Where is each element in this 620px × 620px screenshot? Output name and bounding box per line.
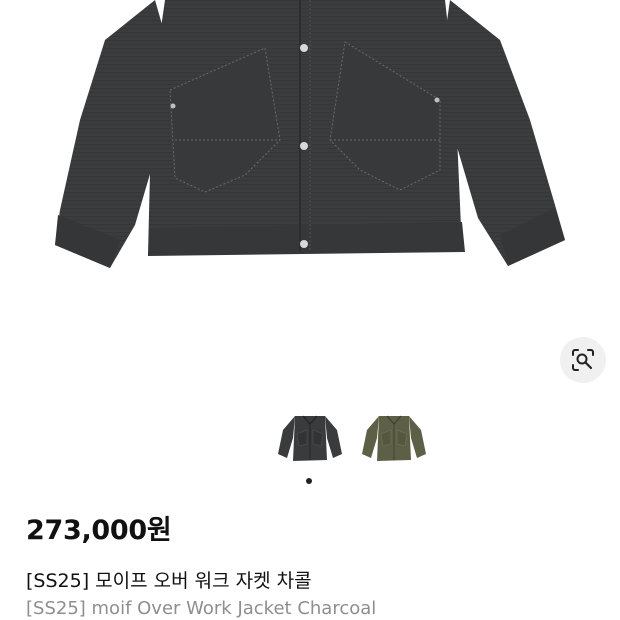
product-title-english: [SS25] moif Over Work Jacket Charcoal [26,598,377,619]
pager-dot-active[interactable] [306,478,312,484]
product-hero-image[interactable] [0,0,620,400]
product-price: 273,000원 [26,515,172,546]
variant-thumbnails [275,408,429,472]
visual-search-icon [572,349,594,371]
product-page: 273,000원 [SS25] 모이프 오버 워크 자켓 차콜 [SS25] m… [0,0,620,620]
carousel-pager [306,478,312,484]
thumbnail-olive[interactable] [359,408,429,472]
thumbnail-charcoal[interactable] [275,408,345,472]
visual-search-button[interactable] [560,337,606,383]
product-title-korean: [SS25] 모이프 오버 워크 자켓 차콜 [26,570,312,592]
